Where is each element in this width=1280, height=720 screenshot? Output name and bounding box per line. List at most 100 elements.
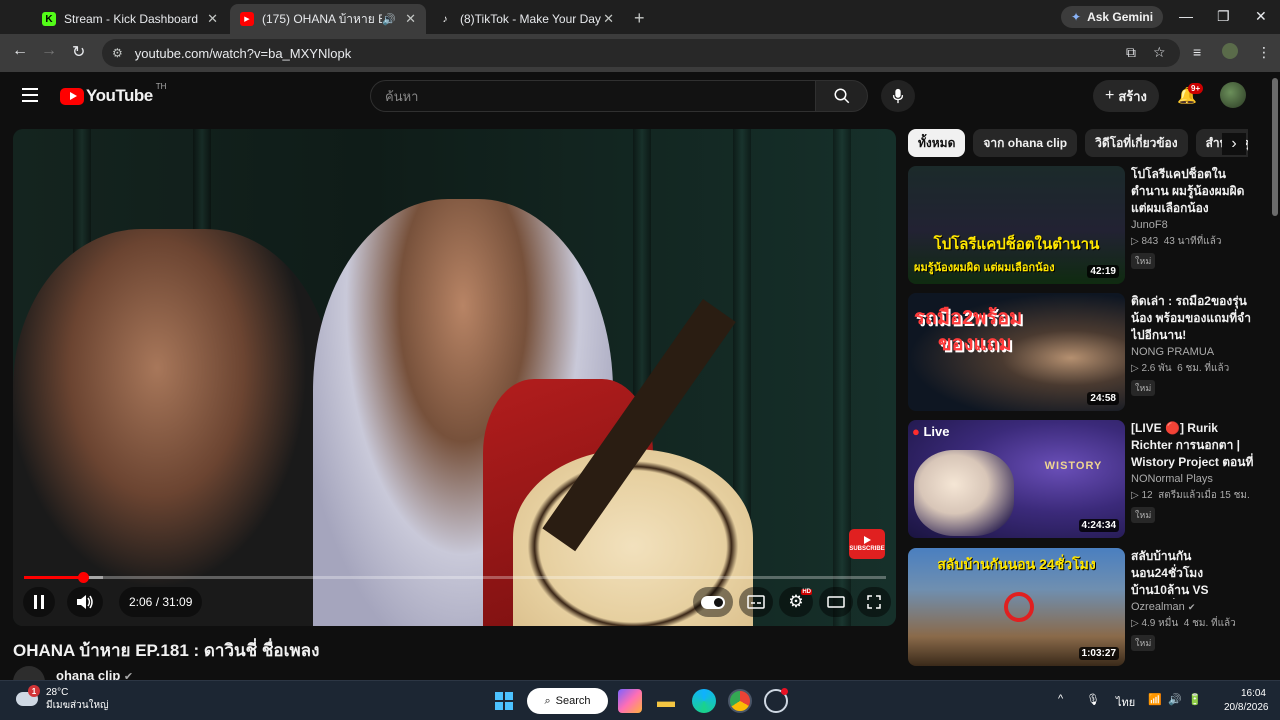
recommendation-item[interactable]: รถมือ2พร้อม ของแถม 24:58 ติดเล่า : รถมือ… <box>908 293 1260 411</box>
browser-toolbar: ← → ↻ ⚙ youtube.com/watch?v=ba_MXYNlopk … <box>0 34 1280 72</box>
subtitles-icon <box>747 595 765 609</box>
scrubber-handle[interactable] <box>77 572 89 583</box>
profile-avatar-icon[interactable] <box>1222 43 1238 59</box>
recommendation-meta: ▷ 12 สตรีมแล้วเมื่อ 15 ชม. <box>1131 488 1259 503</box>
recommendation-channel[interactable]: Ozrealman ✔ <box>1131 601 1259 613</box>
tab-close-icon[interactable]: ✕ <box>405 11 416 27</box>
copilot-icon[interactable] <box>618 689 642 713</box>
video-thumbnail[interactable]: โปโลรีแคปช็อตในตำนาน ผมรู้น้องผมผิด แต่ผ… <box>908 166 1125 284</box>
menu-icon[interactable] <box>22 88 38 102</box>
browser-menu-icon[interactable]: ⋮ <box>1257 44 1271 61</box>
install-app-icon[interactable]: ⧉ <box>1126 44 1136 61</box>
page-scrollbar[interactable] <box>1270 72 1280 680</box>
views-icon: ▷ <box>1131 363 1142 374</box>
reload-icon[interactable]: ↻ <box>72 42 85 62</box>
minimize-icon[interactable]: — <box>1179 8 1193 24</box>
tab-kick-dashboard[interactable]: K Stream - Kick Dashboard ✕ <box>32 4 228 34</box>
subscribe-watermark[interactable]: SUBSCRIBE <box>849 529 885 559</box>
chip-related[interactable]: วิดีโอที่เกี่ยวข้อง <box>1085 129 1188 157</box>
recommendation-channel[interactable]: JunoF8 <box>1131 219 1259 231</box>
tab-tiktok[interactable]: ♪ (8)TikTok - Make Your Day ✕ <box>428 4 624 34</box>
wifi-icon[interactable]: 📶 <box>1148 693 1162 706</box>
windows-start-icon[interactable] <box>492 689 516 713</box>
volume-icon <box>77 595 93 609</box>
audio-playing-icon[interactable]: 🔊 <box>382 13 396 26</box>
weather-alert-badge: 1 <box>28 685 40 697</box>
tab-close-icon[interactable]: ✕ <box>603 11 614 27</box>
bookmark-star-icon[interactable]: ☆ <box>1153 44 1166 61</box>
weather-condition: มีเมฆส่วนใหญ่ <box>46 700 109 711</box>
gear-icon: ⚙ <box>788 592 804 611</box>
tab-title: (175) OHANA บ้าหาย EP.181 : ดาวิน <box>262 11 382 26</box>
video-thumbnail[interactable]: ● Live WISTORY 4:24:34 <box>908 420 1125 538</box>
live-dot-icon: ● <box>912 424 920 439</box>
recommendation-item[interactable]: ● Live WISTORY 4:24:34 [LIVE 🔴] Rurik Ri… <box>908 420 1260 538</box>
subscribe-watermark-label: SUBSCRIBE <box>849 546 885 552</box>
video-thumbnail[interactable]: รถมือ2พร้อม ของแถม 24:58 <box>908 293 1125 411</box>
ask-gemini-button[interactable]: ✦ Ask Gemini <box>1061 6 1164 28</box>
recommendation-item[interactable]: สลับบ้านกันนอน 24ชั่วโมง 1:03:27 สลับบ้า… <box>908 548 1260 666</box>
address-bar[interactable]: ⚙ youtube.com/watch?v=ba_MXYNlopk <box>102 39 1180 67</box>
views-count: 843 <box>1141 236 1159 247</box>
new-tab-icon[interactable]: + <box>634 8 645 29</box>
tab-close-icon[interactable]: ✕ <box>207 11 218 27</box>
recommendation-info: ติดเล่า : รถมือ2ของรุ่นน้อง พร้อมของแถมท… <box>1131 293 1259 396</box>
thumbnail-subline: ของแถม <box>938 333 1012 355</box>
recommendation-channel[interactable]: NONG PRAMUA <box>1131 346 1259 358</box>
account-avatar[interactable] <box>1220 82 1246 108</box>
tab-youtube-video[interactable]: ▶ (175) OHANA บ้าหาย EP.181 : ดาวิน 🔊 ✕ <box>230 4 426 34</box>
youtube-logo[interactable]: YouTube TH <box>60 82 166 106</box>
recommendation-title[interactable]: โปโลรีแคปช็อตในตำนาน ผมรู้น้องผมผิด แต่ผ… <box>1131 166 1259 217</box>
fullscreen-button[interactable] <box>857 587 891 617</box>
chrome-browser-icon[interactable] <box>728 689 752 713</box>
chevron-right-icon[interactable]: › <box>1222 133 1246 155</box>
pause-button[interactable] <box>23 587 55 617</box>
voice-search-button[interactable] <box>881 80 915 112</box>
microphone-tray-icon[interactable]: 🎙 <box>1086 693 1100 706</box>
maximize-icon[interactable]: ❐ <box>1217 8 1230 25</box>
time-display: 2:06 / 31:09 <box>119 587 203 617</box>
chip-from-channel[interactable]: จาก ohana clip <box>973 129 1078 157</box>
ask-gemini-label: Ask Gemini <box>1087 10 1154 24</box>
video-thumbnail[interactable]: สลับบ้านกันนอน 24ชั่วโมง 1:03:27 <box>908 548 1125 666</box>
autoplay-toggle[interactable] <box>693 587 733 617</box>
video-frame <box>13 129 896 626</box>
plus-icon: + <box>1105 87 1115 104</box>
taskbar-search-label: Search <box>555 695 591 707</box>
file-explorer-icon[interactable]: ▬ <box>654 689 678 713</box>
recommendation-title[interactable]: สลับบ้านกันนอน24ชั่วโมง บ้าน10ล้าน VS บ้… <box>1131 548 1259 599</box>
search-input[interactable] <box>385 88 815 104</box>
chip-all[interactable]: ทั้งหมด <box>908 129 966 157</box>
settings-button[interactable]: ⚙ HD <box>779 587 813 617</box>
scrollbar-thumb[interactable] <box>1272 78 1278 216</box>
speaker-icon[interactable]: 🔊 <box>1168 693 1182 706</box>
recommendation-channel[interactable]: NONormal Plays <box>1131 473 1259 485</box>
create-button[interactable]: + สร้าง <box>1093 80 1159 112</box>
video-player[interactable]: SUBSCRIBE 2:06 / 31:09 ⚙ HD <box>13 129 896 626</box>
theater-mode-button[interactable] <box>819 587 853 617</box>
recommendation-item[interactable]: โปโลรีแคปช็อตในตำนาน ผมรู้น้องผมผิด แต่ผ… <box>908 166 1260 284</box>
app-icon[interactable] <box>764 688 788 713</box>
video-progress-bar[interactable] <box>24 572 886 583</box>
search-button[interactable] <box>815 80 868 112</box>
subtitles-button[interactable] <box>739 587 773 617</box>
browser-tab-strip: K Stream - Kick Dashboard ✕ ▶ (175) OHAN… <box>0 0 1280 34</box>
notification-count-badge: 9+ <box>1188 83 1204 94</box>
battery-icon[interactable]: 🔋 <box>1188 693 1202 706</box>
site-info-icon[interactable]: ⚙ <box>112 46 123 60</box>
forward-arrow-icon[interactable]: → <box>41 42 57 60</box>
show-hidden-icons-icon[interactable]: ^ <box>1058 693 1063 705</box>
edge-browser-icon[interactable] <box>692 689 716 713</box>
system-clock[interactable]: 16:04 20/8/2026 <box>1224 687 1269 715</box>
input-language[interactable]: ไทย <box>1116 693 1135 711</box>
search-box[interactable] <box>370 80 816 112</box>
recommendation-title[interactable]: [LIVE 🔴] Rurik Richter การนอกตา | Wistor… <box>1131 420 1259 471</box>
media-control-icon[interactable]: ≡ <box>1193 44 1201 60</box>
recommendation-title[interactable]: ติดเล่า : รถมือ2ของรุ่นน้อง พร้อมของแถมท… <box>1131 293 1259 344</box>
taskbar-search[interactable]: ⌕ Search <box>527 688 608 714</box>
volume-button[interactable] <box>67 587 103 617</box>
anime-character-art <box>914 450 1014 536</box>
close-window-icon[interactable]: ✕ <box>1255 8 1267 25</box>
back-arrow-icon[interactable]: ← <box>12 42 28 60</box>
hd-badge: HD <box>801 589 812 595</box>
